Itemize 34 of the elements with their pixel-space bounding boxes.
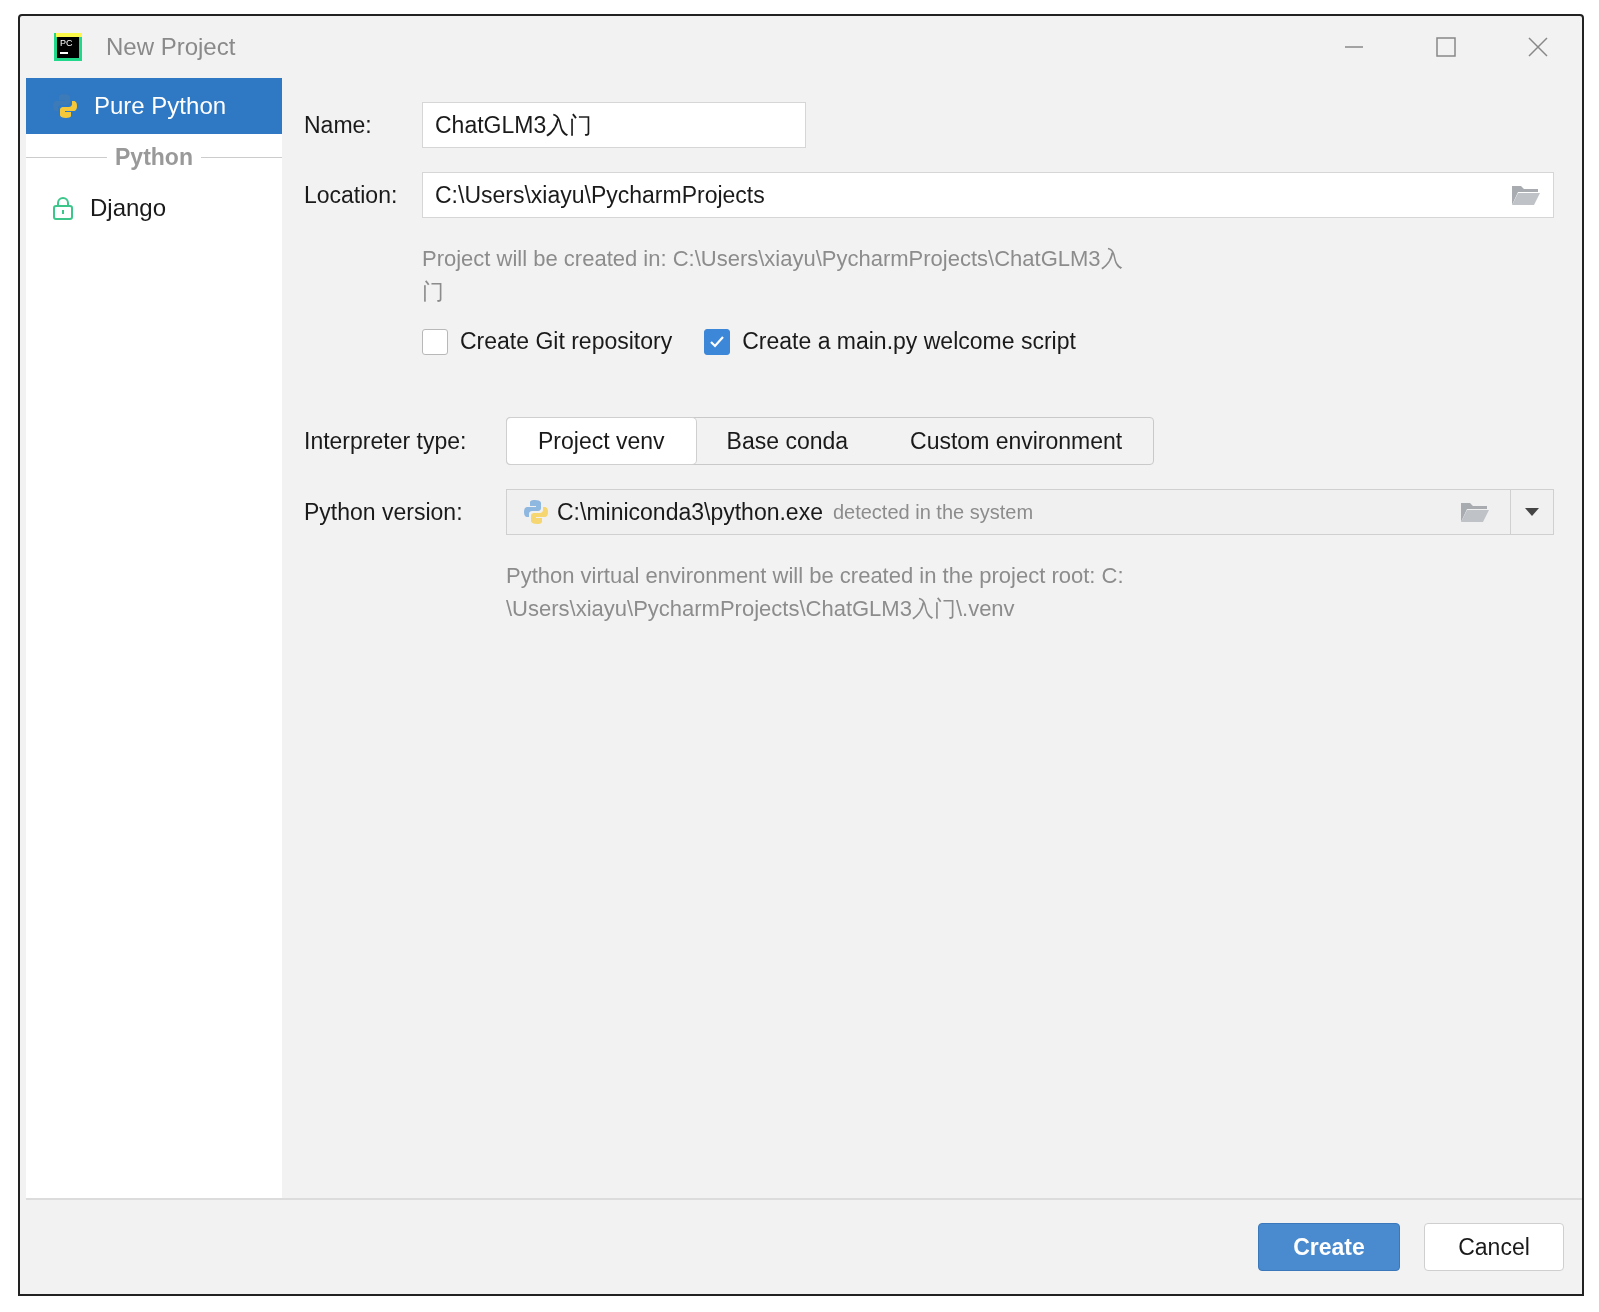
hint-text: 门 (422, 278, 445, 306)
cancel-button[interactable]: Cancel (1424, 1223, 1564, 1271)
field-label: Location: (304, 181, 399, 209)
python-version-dropdown[interactable]: C:\miniconda3\python.exe detected in the system (506, 489, 1554, 535)
segment-tab[interactable]: Base conda (695, 418, 880, 464)
checkbox[interactable] (704, 328, 731, 355)
interpreter-path: C:\miniconda3\python.exe (557, 498, 823, 526)
maximize-icon[interactable] (1436, 37, 1456, 57)
checkbox-label: Create a main.py welcome script (742, 328, 1076, 355)
folder-icon[interactable] (1511, 183, 1541, 207)
close-icon[interactable] (1528, 37, 1548, 57)
name-field[interactable]: ChatGLM3入门 (422, 102, 806, 148)
window-title: New Project (106, 33, 236, 61)
segment-tab[interactable]: Custom environment (879, 418, 1154, 464)
checkbox-label: Create Git repository (460, 328, 673, 355)
hint-text: Project will be created in: C:\Users\xiayu\PycharmProjects\ChatGLM3入 (422, 245, 1124, 273)
hint-text: Python virtual environment will be created in the project root: C: (506, 562, 1125, 590)
segment-tab[interactable]: Project venv (507, 418, 696, 464)
folder-icon[interactable] (1460, 500, 1490, 524)
checkbox[interactable] (422, 328, 448, 355)
python-logo-icon (52, 93, 78, 119)
dropdown-arrow-icon[interactable] (1524, 507, 1540, 517)
interpreter-note: detected in the system (832, 500, 1034, 524)
location-field[interactable]: C:\Users\xiayu\PycharmProjects (422, 172, 1554, 218)
hint-text: \Users\xiayu\PycharmProjects\ChatGLM3入门\.venv (506, 595, 1016, 623)
sidebar-item[interactable]: Django (26, 180, 282, 236)
field-label: Interpreter type: (304, 427, 468, 455)
python-logo-icon (523, 499, 549, 525)
sidebar-item[interactable]: Pure Python (26, 78, 282, 134)
field-label: Python version: (304, 498, 464, 526)
app-logo-icon: PC (54, 33, 82, 61)
lock-icon (52, 196, 74, 220)
field-label: Name: (304, 111, 373, 139)
create-button[interactable]: Create (1258, 1223, 1400, 1271)
